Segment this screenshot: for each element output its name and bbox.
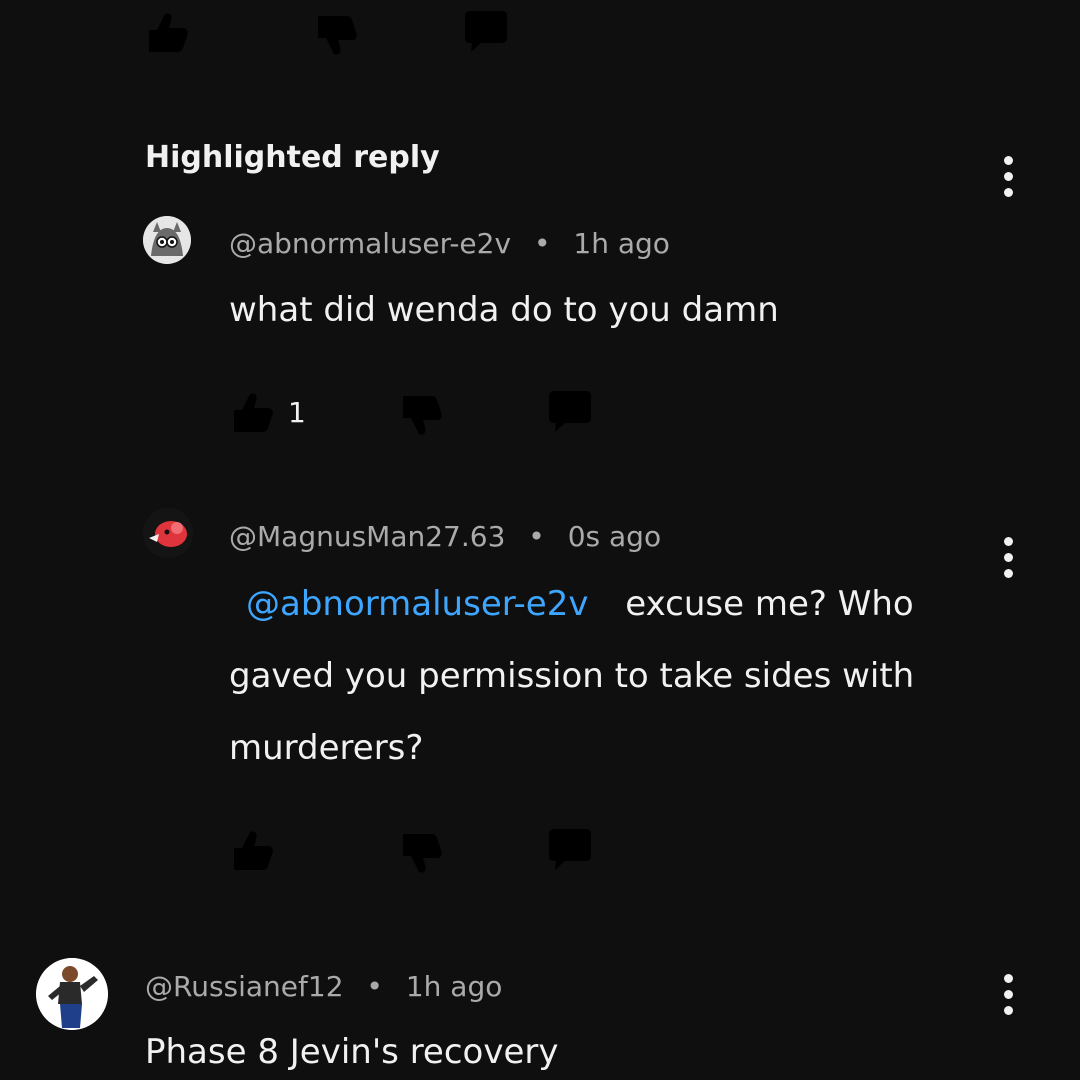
comment-text-line: gaved you permission to take sides with — [229, 656, 915, 696]
reply-icon[interactable] — [460, 8, 512, 58]
more-options-icon[interactable] — [988, 527, 1028, 587]
highlighted-reply-label: Highlighted reply — [145, 140, 440, 175]
avatar-image — [36, 958, 108, 1030]
avatar[interactable] — [36, 958, 108, 1030]
reply-icon[interactable] — [544, 388, 596, 438]
more-options-icon[interactable] — [988, 964, 1028, 1024]
avatar[interactable] — [143, 508, 193, 558]
thumbs-up-icon[interactable] — [228, 388, 278, 438]
comment-header: @Russianef12 • 1h ago — [145, 970, 502, 1003]
comment-author[interactable]: @MagnusMan27.63 — [229, 520, 505, 553]
comment-time: 1h ago — [405, 970, 503, 1003]
like-count: 1 — [288, 396, 306, 429]
comment-header: @abnormaluser-e2v • 1h ago — [229, 227, 670, 260]
thumbs-up-icon[interactable] — [228, 826, 278, 876]
meta-separator: • — [528, 520, 545, 553]
thumbs-down-icon[interactable] — [397, 828, 447, 878]
thumbs-up-icon[interactable] — [143, 8, 193, 58]
avatar-image — [143, 216, 191, 264]
meta-separator: • — [533, 227, 551, 260]
comment-text: what did wenda do to you damn — [229, 290, 779, 330]
comment-time: 1h ago — [573, 227, 670, 260]
reply-icon[interactable] — [544, 826, 596, 876]
more-options-icon[interactable] — [988, 146, 1028, 206]
comment-author[interactable]: @Russianef12 — [145, 970, 344, 1003]
thumbs-down-icon[interactable] — [397, 390, 447, 440]
mention-link[interactable]: @abnormaluser-e2v — [246, 584, 588, 624]
avatar[interactable] — [143, 216, 191, 264]
thumbs-down-icon[interactable] — [312, 10, 362, 60]
comment-text: Phase 8 Jevin's recovery — [145, 1032, 559, 1072]
meta-separator: • — [366, 970, 383, 1003]
comment-text-line: @abnormaluser-e2v excuse me? Who — [246, 584, 914, 624]
comment-header: @MagnusMan27.63 • 0s ago — [229, 520, 661, 553]
comment-text-line: murderers? — [229, 728, 424, 768]
comment-time: 0s ago — [567, 520, 662, 553]
avatar-image — [143, 508, 193, 558]
comment-author[interactable]: @abnormaluser-e2v — [229, 227, 511, 260]
